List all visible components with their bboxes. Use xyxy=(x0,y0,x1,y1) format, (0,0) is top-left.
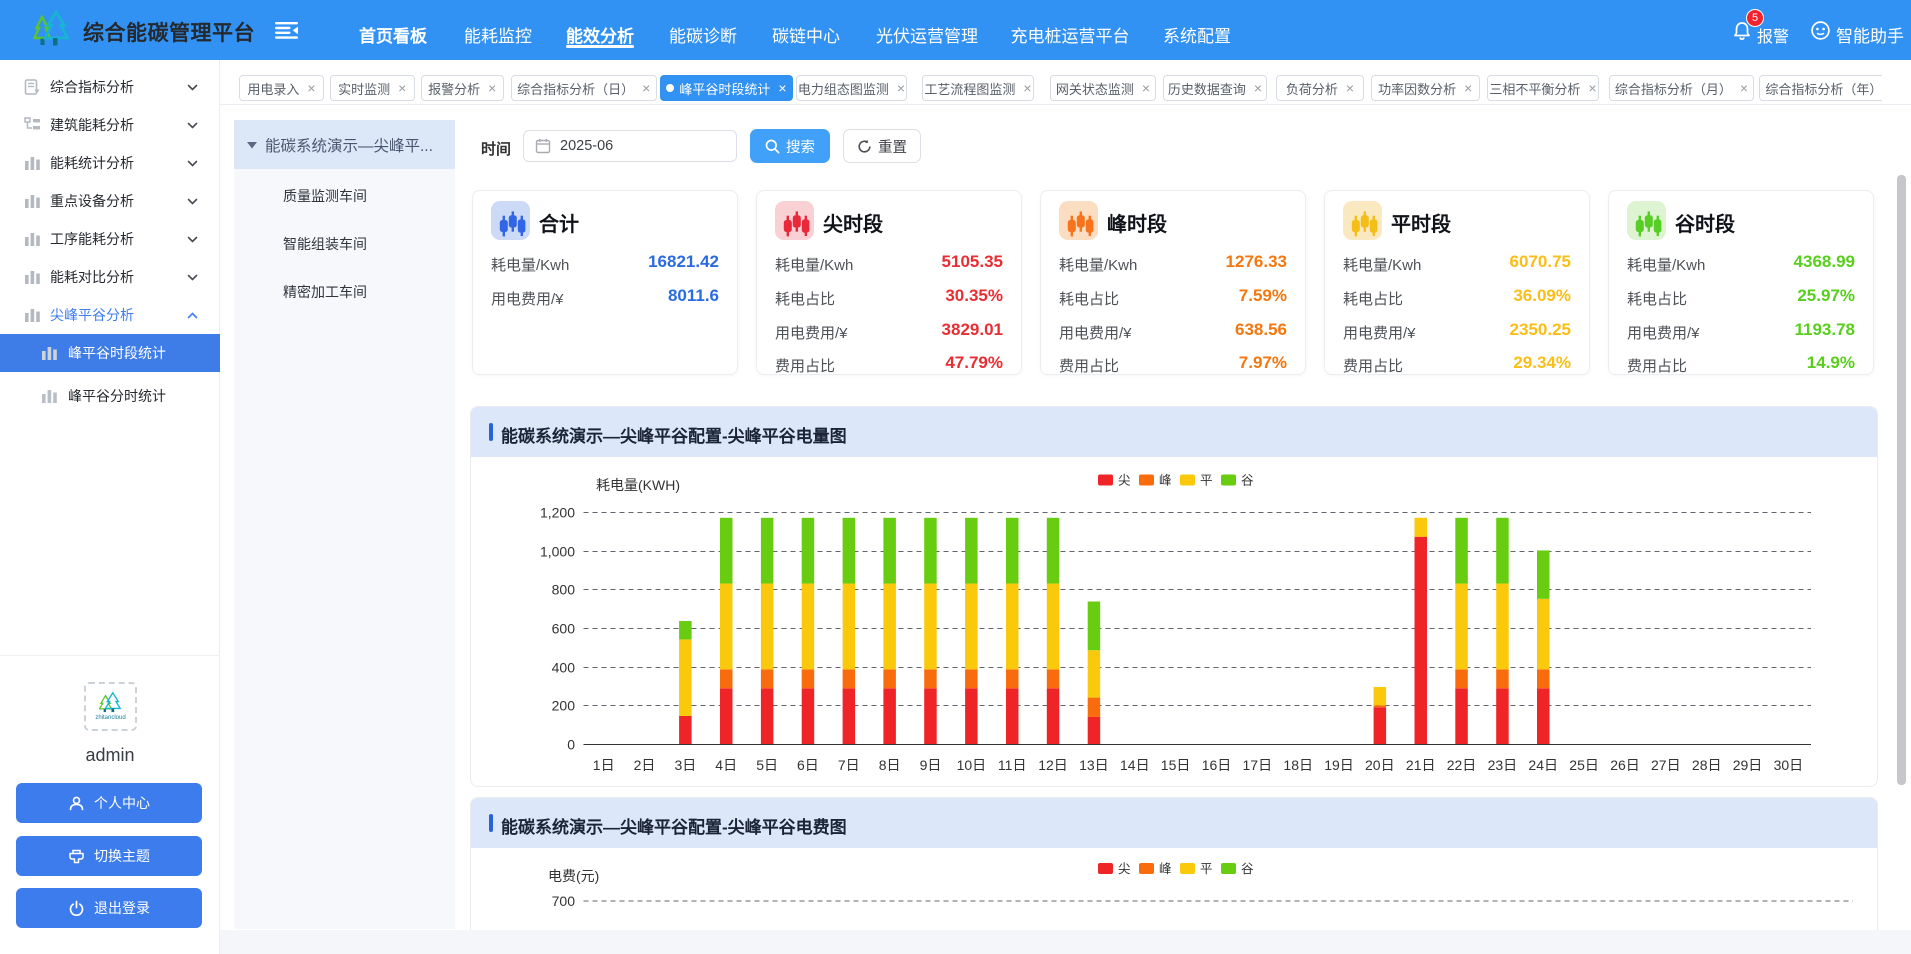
svg-text:尖: 尖 xyxy=(1118,862,1131,876)
svg-text:23日: 23日 xyxy=(1488,757,1518,773)
svg-text:17日: 17日 xyxy=(1243,757,1273,773)
svg-text:6日: 6日 xyxy=(797,757,819,773)
svg-text:25日: 25日 xyxy=(1569,757,1599,773)
svg-text:1日: 1日 xyxy=(593,757,615,773)
svg-text:4日: 4日 xyxy=(715,757,737,773)
svg-text:600: 600 xyxy=(552,621,576,637)
svg-text:8日: 8日 xyxy=(879,757,901,773)
svg-text:5日: 5日 xyxy=(756,757,778,773)
svg-text:20日: 20日 xyxy=(1365,757,1395,773)
svg-text:谷: 谷 xyxy=(1241,474,1254,488)
svg-text:13日: 13日 xyxy=(1079,757,1109,773)
svg-text:0: 0 xyxy=(567,737,575,753)
svg-text:800: 800 xyxy=(552,582,576,598)
svg-text:平: 平 xyxy=(1200,474,1213,488)
svg-text:10日: 10日 xyxy=(957,757,987,773)
svg-text:22日: 22日 xyxy=(1447,757,1477,773)
svg-text:1,200: 1,200 xyxy=(540,505,575,521)
svg-text:400: 400 xyxy=(552,660,576,676)
svg-text:11日: 11日 xyxy=(998,757,1027,773)
svg-text:尖: 尖 xyxy=(1118,474,1131,488)
svg-text:700: 700 xyxy=(552,893,576,909)
svg-text:27日: 27日 xyxy=(1651,757,1681,773)
svg-text:26日: 26日 xyxy=(1610,757,1640,773)
svg-text:1,000: 1,000 xyxy=(540,544,575,560)
svg-text:24日: 24日 xyxy=(1528,757,1558,773)
svg-text:9日: 9日 xyxy=(920,757,942,773)
svg-text:15日: 15日 xyxy=(1161,757,1191,773)
svg-text:200: 200 xyxy=(552,698,576,714)
svg-text:谷: 谷 xyxy=(1241,862,1254,876)
svg-text:19日: 19日 xyxy=(1324,757,1354,773)
svg-text:耗电量(KWH): 耗电量(KWH) xyxy=(596,477,680,493)
svg-text:电费(元): 电费(元) xyxy=(548,868,599,884)
svg-text:7日: 7日 xyxy=(838,757,860,773)
svg-text:峰: 峰 xyxy=(1159,474,1172,488)
svg-text:2日: 2日 xyxy=(634,757,656,773)
svg-text:30日: 30日 xyxy=(1774,757,1804,773)
svg-text:14日: 14日 xyxy=(1120,757,1150,773)
svg-text:18日: 18日 xyxy=(1283,757,1313,773)
svg-text:12日: 12日 xyxy=(1038,757,1068,773)
svg-text:28日: 28日 xyxy=(1692,757,1722,773)
svg-text:3日: 3日 xyxy=(675,757,697,773)
svg-text:峰: 峰 xyxy=(1159,862,1172,876)
svg-text:16日: 16日 xyxy=(1202,757,1232,773)
svg-text:21日: 21日 xyxy=(1406,757,1436,773)
svg-text:29日: 29日 xyxy=(1733,757,1763,773)
svg-text:平: 平 xyxy=(1200,862,1213,876)
